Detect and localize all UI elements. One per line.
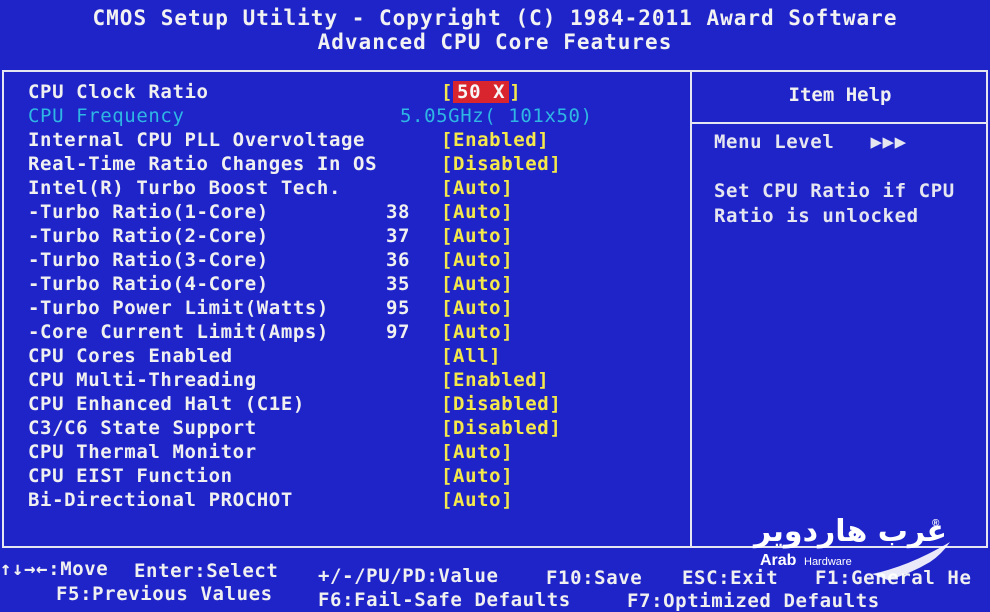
setting-label: C3/C6 State Support xyxy=(28,417,257,439)
setting-row[interactable]: -Turbo Ratio(4-Core) 35 [Auto] xyxy=(0,273,690,297)
setting-option-value[interactable]: [Auto] xyxy=(441,273,513,295)
setting-option-value[interactable]: [Auto] xyxy=(441,249,513,271)
setting-row[interactable]: -Core Current Limit(Amps) 97 [Auto] xyxy=(0,321,690,345)
setting-option-value[interactable]: [Auto] xyxy=(441,321,513,343)
setting-option-value[interactable]: [Auto] xyxy=(441,489,513,511)
setting-option-value[interactable]: [Auto] xyxy=(441,297,513,319)
setting-label: Real-Time Ratio Changes In OS xyxy=(28,153,378,175)
setting-option-value[interactable]: [Auto] xyxy=(441,225,513,247)
help-text-line-1: Set CPU Ratio if CPU xyxy=(714,180,955,202)
setting-row[interactable]: -Turbo Ratio(2-Core) 37 [Auto] xyxy=(0,225,690,249)
setting-option-value[interactable]: [Enabled] xyxy=(441,369,549,391)
footer-save-hint: F10:Save xyxy=(546,567,643,589)
setting-row[interactable]: -Turbo Ratio(3-Core) 36 [Auto] xyxy=(0,249,690,273)
footer-failsafe-hint: F6:Fail-Safe Defaults xyxy=(318,589,571,611)
setting-current-value: 95 xyxy=(386,297,411,319)
setting-label: -Turbo Power Limit(Watts) xyxy=(28,297,329,319)
setting-row[interactable]: CPU Cores Enabled [All] xyxy=(0,345,690,369)
setting-row[interactable]: CPU Multi-Threading [Enabled] xyxy=(0,369,690,393)
setting-label: Bi-Directional PROCHOT xyxy=(28,489,293,511)
footer-optimized-hint: F7:Optimized Defaults xyxy=(627,590,880,612)
setting-row[interactable]: Internal CPU PLL Overvoltage [Enabled] xyxy=(0,129,690,153)
setting-option-value[interactable]: [Enabled] xyxy=(441,129,549,151)
setting-label: CPU Multi-Threading xyxy=(28,369,257,391)
footer-value-hint: +/-/PU/PD:Value xyxy=(318,565,499,587)
setting-row[interactable]: CPU Clock Ratio [50 X] xyxy=(0,81,690,105)
registered-mark: ® xyxy=(932,518,940,529)
setting-option-value[interactable]: [All] xyxy=(441,345,501,367)
setting-current-value: 37 xyxy=(386,225,411,247)
setting-label: CPU Enhanced Halt (C1E) xyxy=(28,393,305,415)
setting-option-value[interactable]: [Disabled] xyxy=(441,393,561,415)
setting-option-value[interactable]: [Auto] xyxy=(441,201,513,223)
setting-row[interactable]: CPU Frequency 5.05GHz( 101x50) xyxy=(0,105,690,129)
setting-current-value: 38 xyxy=(386,201,411,223)
header: CMOS Setup Utility - Copyright (C) 1984-… xyxy=(0,0,990,62)
setting-option-value[interactable]: [Disabled] xyxy=(441,417,561,439)
setting-row[interactable]: CPU EIST Function [Auto] xyxy=(0,465,690,489)
watermark-english: Arab xyxy=(760,552,797,569)
selected-setting-value[interactable]: [50 X] xyxy=(441,81,521,103)
page-title: Advanced CPU Core Features xyxy=(317,30,673,54)
item-help-title: Item Help xyxy=(788,84,892,106)
app-title: CMOS Setup Utility - Copyright (C) 1984-… xyxy=(92,6,898,30)
setting-label: -Core Current Limit(Amps) xyxy=(28,321,329,343)
setting-row[interactable]: CPU Enhanced Halt (C1E) [Disabled] xyxy=(0,393,690,417)
setting-option-value[interactable]: [Auto] xyxy=(441,177,513,199)
watermark-english-small: Hardware xyxy=(804,556,852,568)
footer-select-hint: Enter:Select xyxy=(134,560,279,582)
setting-row[interactable]: C3/C6 State Support [Disabled] xyxy=(0,417,690,441)
setting-label: Internal CPU PLL Overvoltage xyxy=(28,129,366,151)
setting-label: CPU Cores Enabled xyxy=(28,345,233,367)
setting-option-value[interactable]: [Auto] xyxy=(441,465,513,487)
setting-current-value: 36 xyxy=(386,249,411,271)
setting-current-value: 97 xyxy=(386,321,411,343)
footer-move-hint: ↑↓→←:Move xyxy=(0,558,109,580)
watermark-logo: عرب هاردوير ® Arab Hardware xyxy=(752,514,952,586)
setting-label: CPU EIST Function xyxy=(28,465,233,487)
setting-label: -Turbo Ratio(3-Core) xyxy=(28,249,269,271)
setting-row[interactable]: Real-Time Ratio Changes In OS [Disabled] xyxy=(0,153,690,177)
setting-label: CPU Clock Ratio xyxy=(28,81,209,103)
help-separator xyxy=(692,122,988,124)
setting-label: CPU Thermal Monitor xyxy=(28,441,257,463)
setting-row[interactable]: Intel(R) Turbo Boost Tech. [Auto] xyxy=(0,177,690,201)
watermark-swoosh-icon xyxy=(872,542,950,580)
setting-row[interactable]: Bi-Directional PROCHOT [Auto] xyxy=(0,489,690,513)
setting-row[interactable]: -Turbo Power Limit(Watts) 95 [Auto] xyxy=(0,297,690,321)
setting-row[interactable]: -Turbo Ratio(1-Core) 38 [Auto] xyxy=(0,201,690,225)
panel-divider xyxy=(690,70,692,548)
setting-option-value[interactable]: [Auto] xyxy=(441,441,513,463)
setting-current-value: 5.05GHz( 101x50) xyxy=(400,105,593,127)
setting-row[interactable]: CPU Thermal Monitor [Auto] xyxy=(0,441,690,465)
setting-current-value: 35 xyxy=(386,273,411,295)
setting-label: -Turbo Ratio(1-Core) xyxy=(28,201,269,223)
setting-label: CPU Frequency xyxy=(28,105,185,127)
setting-label: -Turbo Ratio(4-Core) xyxy=(28,273,269,295)
menu-level: Menu Level ▶▶▶ xyxy=(714,131,907,153)
help-text-line-2: Ratio is unlocked xyxy=(714,205,919,227)
setting-label: Intel(R) Turbo Boost Tech. xyxy=(28,177,342,199)
setting-label: -Turbo Ratio(2-Core) xyxy=(28,225,269,247)
footer-previous-values-hint: F5:Previous Values xyxy=(56,583,273,605)
setting-option-value[interactable]: [Disabled] xyxy=(441,153,561,175)
